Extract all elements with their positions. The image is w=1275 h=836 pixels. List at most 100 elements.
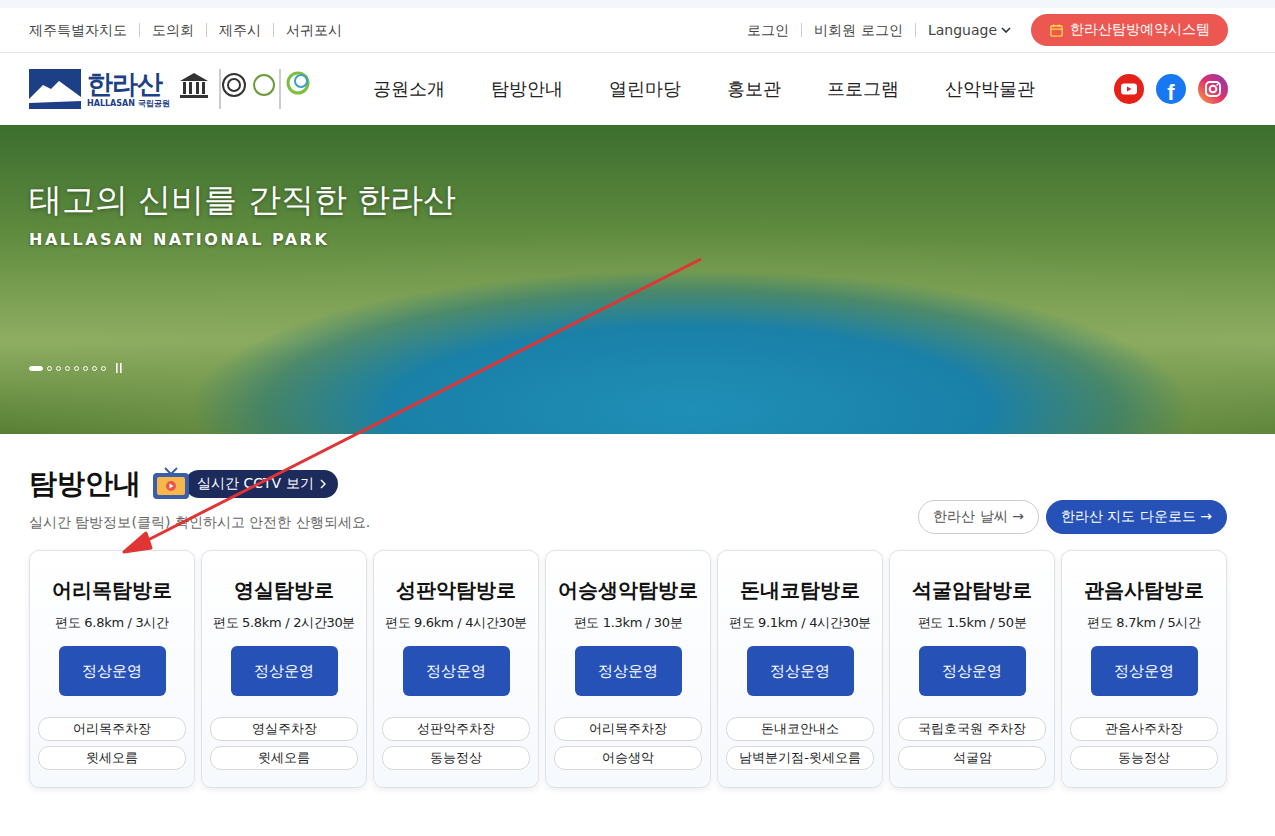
account-area: 로그인비회원 로그인Language 한라산탐방예약시스템 <box>735 14 1228 46</box>
reservation-button[interactable]: 한라산탐방예약시스템 <box>1031 14 1228 46</box>
status-button[interactable]: 정상운영 <box>1091 646 1198 696</box>
menu-item[interactable]: 열린마당 <box>609 77 681 101</box>
trail-point: 어리목주차장 <box>38 717 186 741</box>
arrow-icon: → <box>1200 508 1212 524</box>
trail-points: 어리목주차장어승생악 <box>552 717 704 770</box>
status-button[interactable]: 정상운영 <box>59 646 166 696</box>
trail-distance: 편도 1.5km / 50분 <box>918 614 1027 632</box>
status-button[interactable]: 정상운영 <box>403 646 510 696</box>
slide-dot[interactable] <box>74 366 79 371</box>
section-description: 실시간 탐방정보(클릭) 확인하시고 안전한 산행되세요. <box>29 514 370 532</box>
status-button[interactable]: 정상운영 <box>919 646 1026 696</box>
trail-card[interactable]: 관음사탐방로편도 8.7km / 5시간정상운영관음사주차장동능정상 <box>1061 550 1227 788</box>
trail-point: 어리목주차장 <box>554 717 702 741</box>
tv-icon <box>151 464 191 504</box>
title-row: 탐방안내 실시간 CCTV 보기 <box>29 464 370 504</box>
trail-point: 돈내코안내소 <box>726 717 874 741</box>
trail-points: 어리목주차장윗세오름 <box>36 717 188 770</box>
section-title: 탐방안내 <box>29 465 141 503</box>
mountain-icon <box>29 69 81 109</box>
trail-name: 관음사탐방로 <box>1084 577 1204 604</box>
hero-subtitle: HALLASAN NATIONAL PARK <box>29 230 1275 249</box>
slide-dot[interactable] <box>29 366 43 371</box>
trail-point: 관음사주차장 <box>1070 717 1218 741</box>
trail-card[interactable]: 성판악탐방로편도 9.6km / 4시간30분정상운영성판악주차장동능정상 <box>373 550 539 788</box>
language-select[interactable]: Language <box>915 23 1023 37</box>
trail-info-section: 탐방안내 실시간 CCTV 보기 실시간 탐방정보(클릭) 확인하시고 안전한 산… <box>0 434 1275 788</box>
trail-name: 석굴암탐방로 <box>912 577 1032 604</box>
instagram-icon[interactable] <box>1198 74 1228 104</box>
cctv-button[interactable]: 실시간 CCTV 보기 <box>151 464 338 504</box>
chevron-right-icon <box>320 479 326 489</box>
slide-indicator <box>29 363 1275 373</box>
utility-bar: 제주특별자치도도의회제주시서귀포시 로그인비회원 로그인Language 한라산탐… <box>0 0 1275 53</box>
trail-distance: 편도 9.1km / 4시간30분 <box>729 614 871 632</box>
trail-points: 성판악주차장동능정상 <box>380 717 532 770</box>
chevron-down-icon <box>1001 27 1011 33</box>
status-button[interactable]: 정상운영 <box>747 646 854 696</box>
site-link[interactable]: 도의회 <box>139 23 206 37</box>
menu-item[interactable]: 탐방안내 <box>491 77 563 101</box>
logo[interactable]: 한라산HALLASAN 국립공원 <box>29 65 329 113</box>
menu: 공원소개 탐방안내 열린마당 홍보관 프로그램 산악박물관 <box>373 77 1035 101</box>
account-link[interactable]: 비회원 로그인 <box>801 23 914 37</box>
menu-item[interactable]: 프로그램 <box>827 77 899 101</box>
section-header: 탐방안내 실시간 CCTV 보기 실시간 탐방정보(클릭) 확인하시고 안전한 산… <box>29 464 1227 532</box>
unesco-logos-icon <box>176 65 316 113</box>
trail-point: 성판악주차장 <box>382 717 530 741</box>
trail-points: 영실주차장윗세오름 <box>208 717 360 770</box>
trail-card[interactable]: 석굴암탐방로편도 1.5km / 50분정상운영국립호국원 주차장석굴암 <box>889 550 1055 788</box>
calendar-icon <box>1049 23 1064 38</box>
page: 제주특별자치도도의회제주시서귀포시 로그인비회원 로그인Language 한라산탐… <box>0 0 1275 836</box>
trail-card[interactable]: 돈내코탐방로편도 9.1km / 4시간30분정상운영돈내코안내소남벽분기점-윗… <box>717 550 883 788</box>
pause-icon[interactable] <box>116 363 122 373</box>
slide-dot[interactable] <box>101 366 106 371</box>
trail-point: 어승생악 <box>554 746 702 770</box>
trail-points: 관음사주차장동능정상 <box>1068 717 1220 770</box>
site-link[interactable]: 서귀포시 <box>273 23 354 37</box>
trail-point: 석굴암 <box>898 746 1046 770</box>
trail-distance: 편도 5.8km / 2시간30분 <box>213 614 355 632</box>
trail-name: 영실탐방로 <box>234 577 334 604</box>
trail-distance: 편도 8.7km / 5시간 <box>1087 614 1201 632</box>
site-link[interactable]: 제주특별자치도 <box>29 23 139 37</box>
menu-item[interactable]: 공원소개 <box>373 77 445 101</box>
menu-item[interactable]: 홍보관 <box>727 77 781 101</box>
trail-name: 돈내코탐방로 <box>740 577 860 604</box>
slide-dot[interactable] <box>92 366 97 371</box>
trail-distance: 편도 6.8km / 3시간 <box>55 614 169 632</box>
hero-banner: 태고의 신비를 간직한 한라산 HALLASAN NATIONAL PARK <box>0 125 1275 434</box>
weather-button[interactable]: 한라산 날씨 → <box>918 500 1039 534</box>
menu-item[interactable]: 산악박물관 <box>945 77 1035 101</box>
trail-point: 동능정상 <box>1070 746 1218 770</box>
cctv-label: 실시간 CCTV 보기 <box>185 470 338 498</box>
trail-card[interactable]: 어승생악탐방로편도 1.3km / 30분정상운영어리목주차장어승생악 <box>545 550 711 788</box>
trail-point: 영실주차장 <box>210 717 358 741</box>
account-link[interactable]: 로그인 <box>735 23 801 37</box>
site-links: 제주특별자치도도의회제주시서귀포시 <box>29 23 354 37</box>
trail-card[interactable]: 어리목탐방로편도 6.8km / 3시간정상운영어리목주차장윗세오름 <box>29 550 195 788</box>
slide-dot[interactable] <box>47 366 52 371</box>
section-actions: 한라산 날씨 →한라산 지도 다운로드 → <box>918 500 1227 534</box>
trail-point: 남벽분기점-윗세오름 <box>726 746 874 770</box>
slide-dot[interactable] <box>83 366 88 371</box>
facebook-icon[interactable]: f <box>1156 74 1186 104</box>
site-link[interactable]: 제주시 <box>206 23 273 37</box>
slide-dot[interactable] <box>56 366 61 371</box>
youtube-icon[interactable] <box>1114 74 1144 104</box>
trail-distance: 편도 9.6km / 4시간30분 <box>385 614 527 632</box>
trail-name: 성판악탐방로 <box>396 577 516 604</box>
map-download-button[interactable]: 한라산 지도 다운로드 → <box>1046 500 1227 534</box>
slide-dot[interactable] <box>65 366 70 371</box>
social-links: f <box>1114 74 1228 104</box>
logo-subtitle: HALLASAN 국립공원 <box>87 100 170 108</box>
trail-points: 돈내코안내소남벽분기점-윗세오름 <box>724 717 876 770</box>
trail-card[interactable]: 영실탐방로편도 5.8km / 2시간30분정상운영영실주차장윗세오름 <box>201 550 367 788</box>
trail-point: 동능정상 <box>382 746 530 770</box>
trail-points: 국립호국원 주차장석굴암 <box>896 717 1048 770</box>
status-button[interactable]: 정상운영 <box>231 646 338 696</box>
hero-title: 태고의 신비를 간직한 한라산 <box>29 180 1275 220</box>
trail-name: 어리목탐방로 <box>52 577 172 604</box>
arrow-icon: → <box>1012 508 1024 524</box>
status-button[interactable]: 정상운영 <box>575 646 682 696</box>
